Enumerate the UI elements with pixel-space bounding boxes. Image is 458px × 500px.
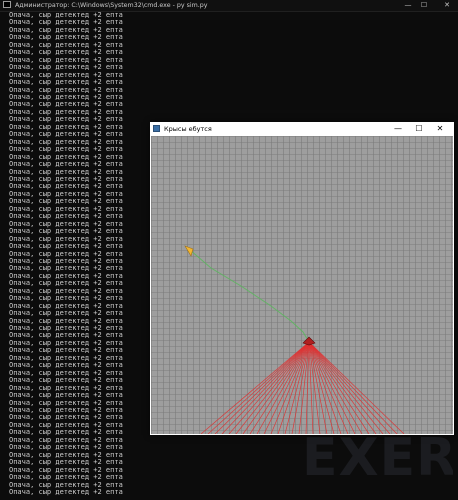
grid-background [151,136,453,434]
cmd-titlebar[interactable]: Администратор: C:\Windows\System32\cmd.e… [0,0,458,12]
simulation-canvas[interactable] [151,136,453,434]
game-maximize-button[interactable]: ☐ [409,122,429,136]
game-window: Крысы ебутся — ☐ ✕ [150,122,454,435]
cmd-output-line: Опача, сыр детектед +2 епта [9,488,123,496]
watermark-text: EXER [302,428,458,488]
cmd-close-button[interactable]: ✕ [440,0,454,11]
cmd-minimize-button[interactable]: — [401,0,415,11]
cmd-maximize-button[interactable]: ☐ [417,0,431,11]
cmd-window-title: Администратор: C:\Windows\System32\cmd.e… [15,2,208,9]
game-window-icon [153,125,160,132]
game-window-title: Крысы ебутся [164,125,212,133]
cmd-icon [3,1,11,8]
game-titlebar[interactable]: Крысы ебутся — ☐ ✕ [150,122,454,136]
game-close-button[interactable]: ✕ [430,122,450,136]
game-minimize-button[interactable]: — [388,122,408,136]
